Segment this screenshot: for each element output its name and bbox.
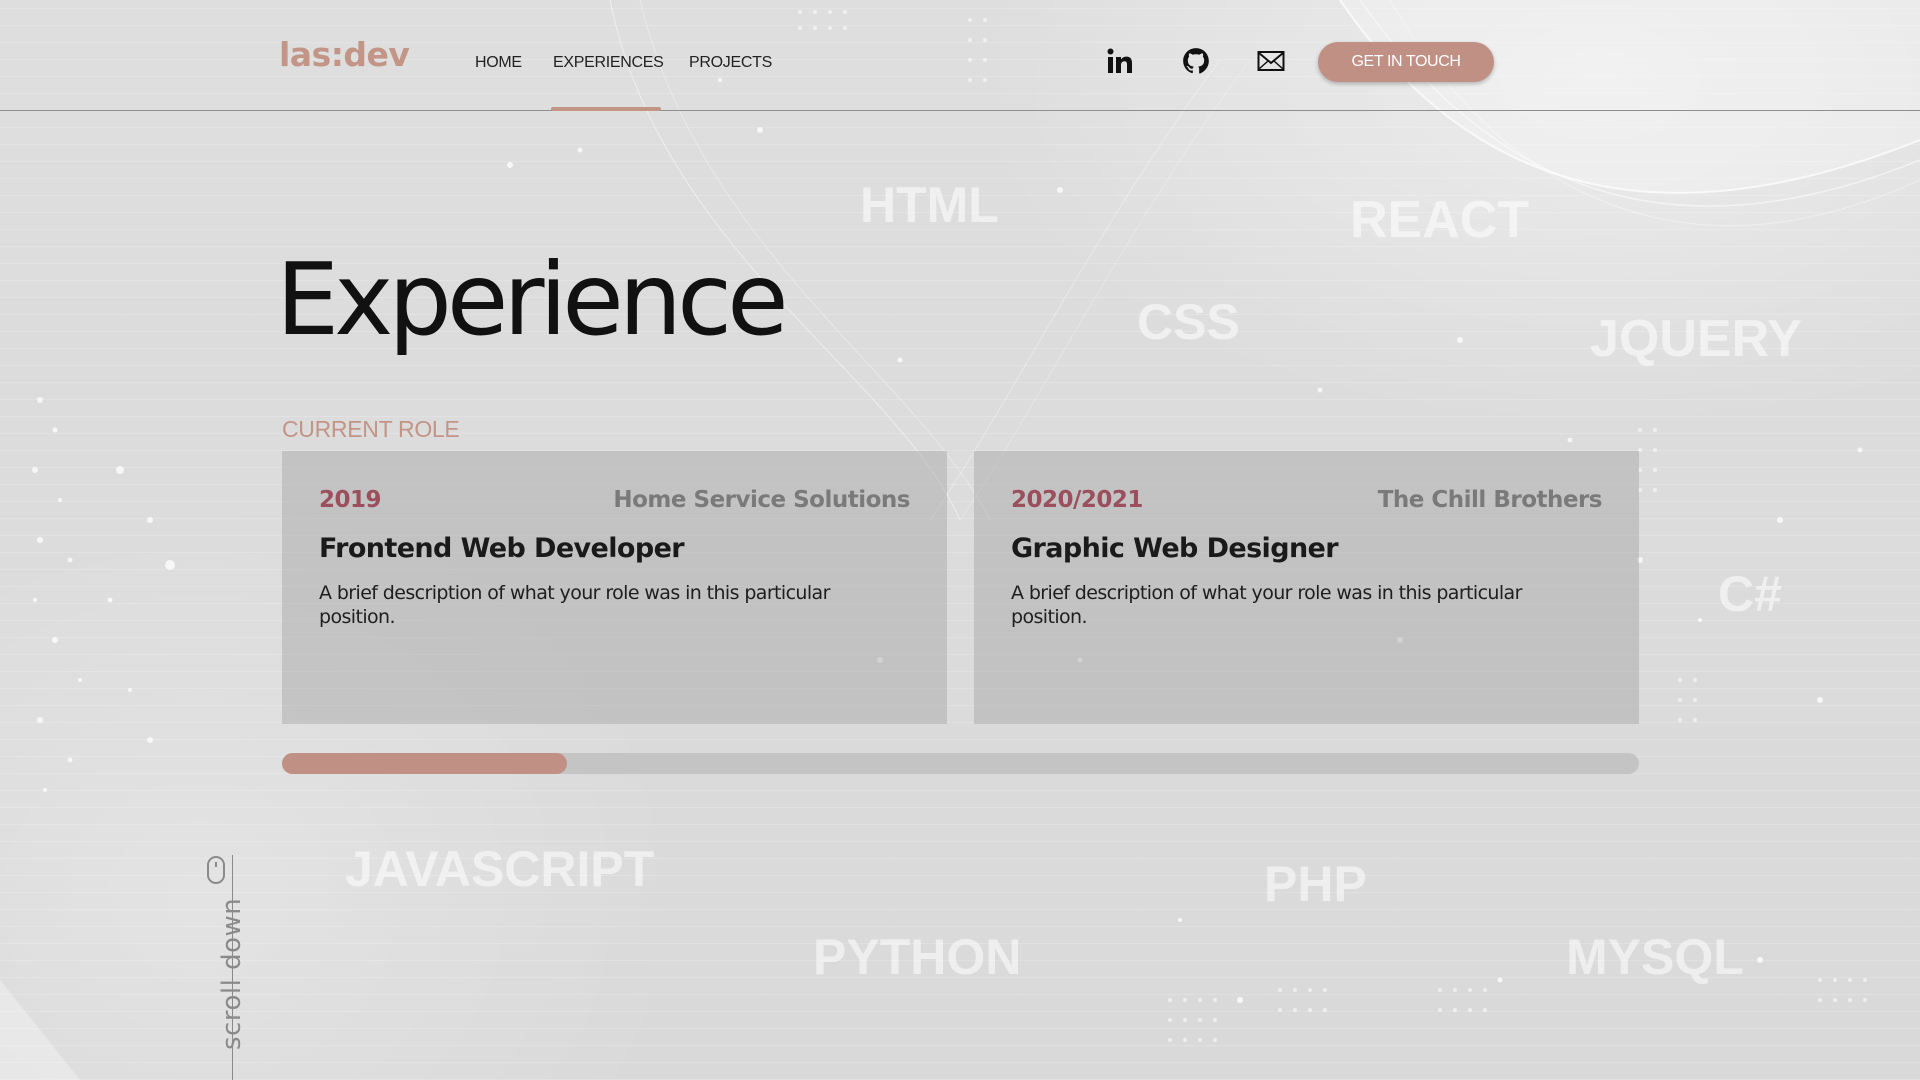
nav-home[interactable]: HOME: [475, 54, 522, 72]
bg-word-react: REACT: [1350, 191, 1530, 249]
bg-word-css: CSS: [1137, 294, 1240, 350]
scroll-down-label: scroll down: [217, 897, 247, 1050]
nav-experiences[interactable]: EXPERIENCES: [553, 54, 664, 72]
site-header: las:dev HOME EXPERIENCES PROJECTS GET IN: [0, 0, 1920, 111]
scrollbar-thumb[interactable]: [282, 753, 567, 774]
bg-word-php: PHP: [1264, 856, 1367, 912]
horizontal-scrollbar[interactable]: [282, 753, 1639, 774]
experience-role: Frontend Web Developer: [319, 533, 685, 564]
mouse-icon: [207, 856, 225, 884]
page: HTML REACT CSS JQUERY C# JAVASCRIPT PHP …: [0, 0, 1920, 1080]
experience-card: 2020/2021 The Chill Brothers Graphic Web…: [974, 451, 1639, 724]
experience-company: The Chill Brothers: [1377, 487, 1603, 513]
experience-role: Graphic Web Designer: [1011, 533, 1339, 564]
experience-description: A brief description of what your role wa…: [1011, 582, 1522, 628]
get-in-touch-button[interactable]: GET IN TOUCH: [1318, 42, 1494, 82]
logo[interactable]: las:dev: [279, 35, 410, 74]
bg-word-jquery: JQUERY: [1590, 310, 1802, 368]
section-label: CURRENT ROLE: [282, 416, 460, 442]
experience-description: A brief description of what your role wa…: [319, 582, 830, 628]
bg-word-python: PYTHON: [813, 929, 1022, 985]
github-icon[interactable]: [1181, 46, 1211, 76]
experience-company: Home Service Solutions: [613, 487, 910, 513]
experience-year: 2020/2021: [1011, 487, 1143, 513]
scroll-hint: scroll down: [190, 850, 247, 1080]
bg-word-csharp: C#: [1718, 566, 1782, 622]
bg-word-javascript: JAVASCRIPT: [345, 841, 655, 897]
bg-word-html: HTML: [860, 177, 999, 233]
linkedin-icon[interactable]: [1105, 46, 1135, 76]
bg-word-mysql: MYSQL: [1566, 929, 1744, 985]
page-title: Experience: [276, 241, 789, 358]
experience-card: 2019 Home Service Solutions Frontend Web…: [282, 451, 947, 724]
mail-icon[interactable]: [1256, 46, 1286, 76]
experience-year: 2019: [319, 487, 382, 513]
nav-projects[interactable]: PROJECTS: [689, 54, 772, 72]
nav-active-indicator: [551, 107, 661, 111]
